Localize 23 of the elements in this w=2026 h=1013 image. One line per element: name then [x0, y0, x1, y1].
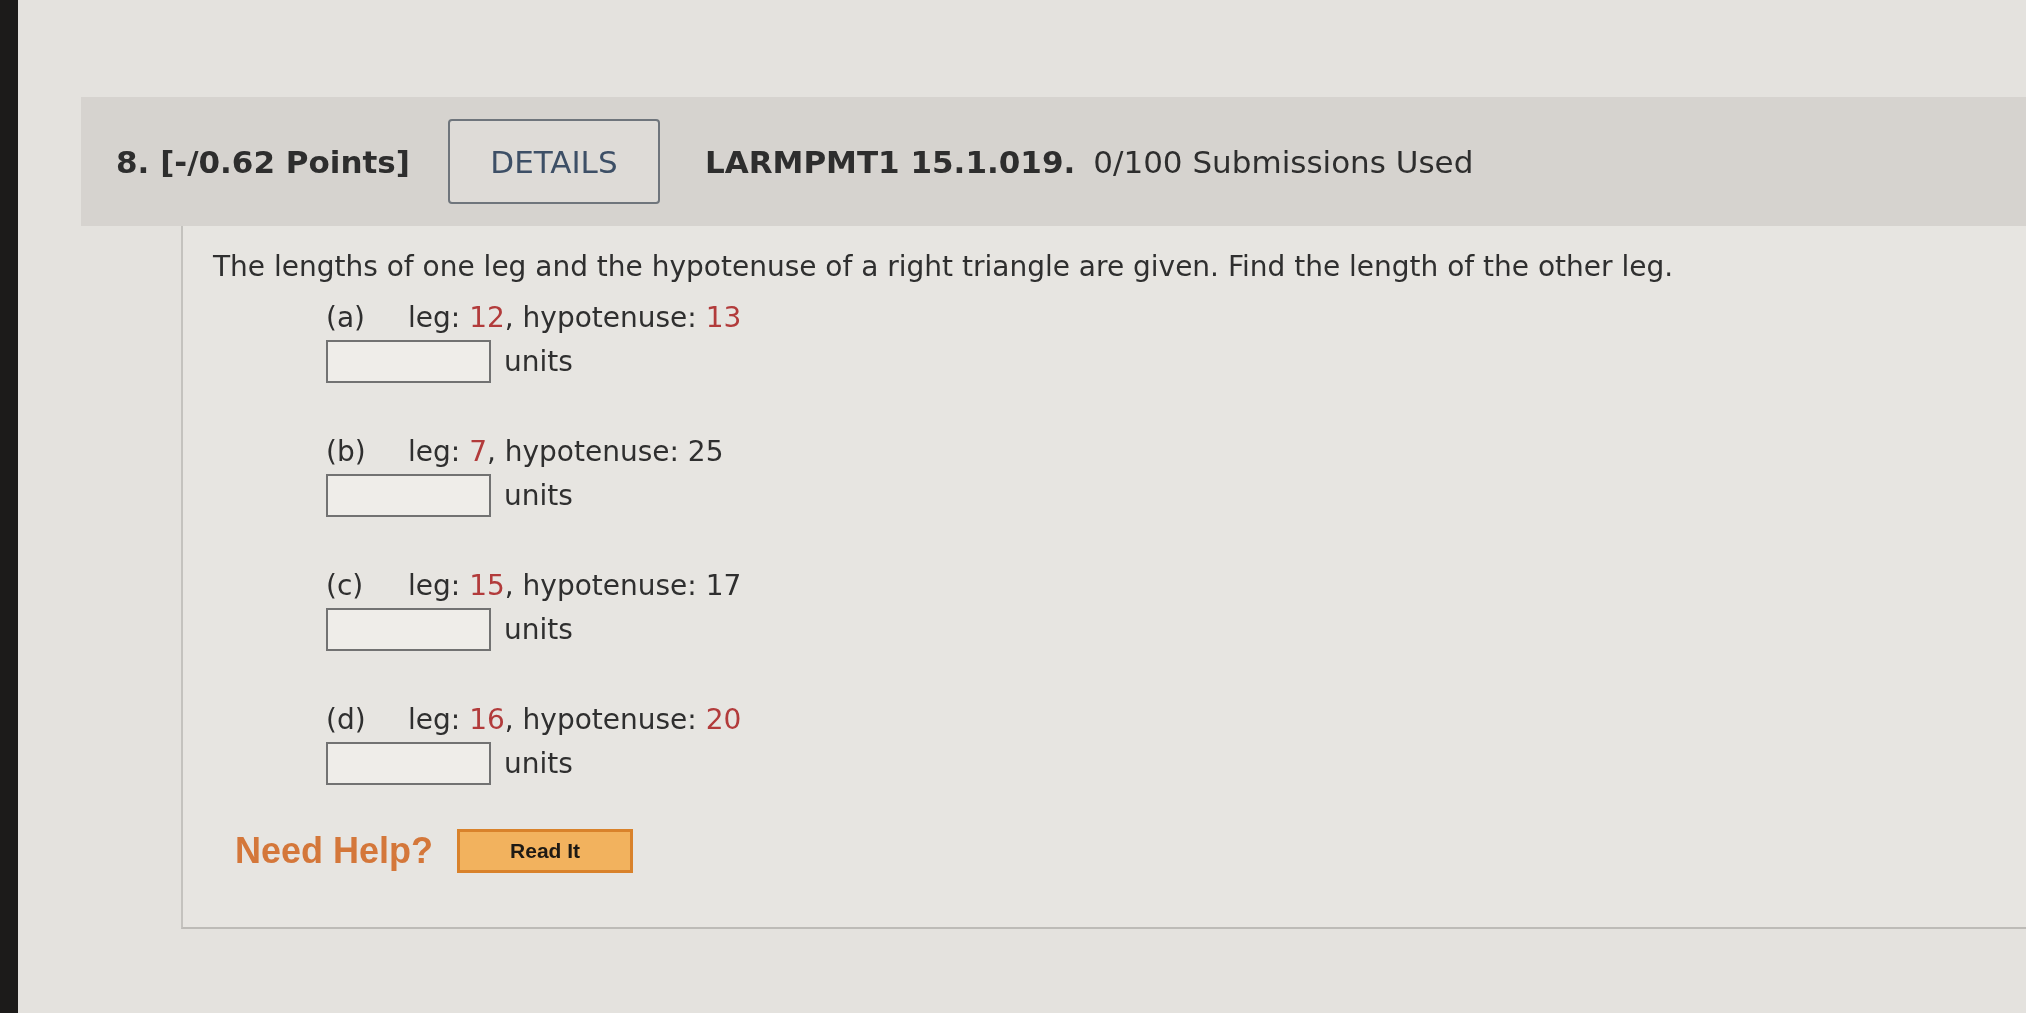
part-label: (b): [326, 435, 367, 469]
part-statement: leg: 7, hypotenuse: 25: [408, 435, 724, 469]
part-label: (d): [326, 703, 367, 737]
question-points: 8. [-/0.62 Points]: [116, 143, 410, 180]
part-label: (a): [326, 301, 366, 335]
answer-field[interactable]: [326, 742, 491, 785]
answer-field[interactable]: [326, 474, 491, 517]
read-it-button[interactable]: Read It: [457, 829, 634, 873]
part-statement: leg: 16, hypotenuse: 20: [408, 703, 742, 737]
question-code: LARMPMT1 15.1.019.: [704, 143, 1076, 180]
units-label: units: [504, 479, 573, 512]
answer-field[interactable]: [326, 340, 491, 383]
details-button[interactable]: DETAILS: [447, 119, 660, 204]
submissions-count: 0/100 Submissions Used: [1093, 143, 1474, 180]
units-label: units: [504, 345, 573, 378]
units-label: units: [504, 747, 573, 780]
part-statement: leg: 12, hypotenuse: 13: [408, 301, 742, 335]
units-label: units: [504, 613, 573, 646]
answer-field[interactable]: [326, 608, 491, 651]
need-help-label: Need Help?: [235, 830, 434, 872]
question-prompt: The lengths of one leg and the hypotenuse of a right triangle are given. Find the length of the other leg.: [213, 250, 1675, 284]
part-statement: leg: 15, hypotenuse: 17: [408, 569, 742, 603]
part-label: (c): [326, 569, 365, 603]
